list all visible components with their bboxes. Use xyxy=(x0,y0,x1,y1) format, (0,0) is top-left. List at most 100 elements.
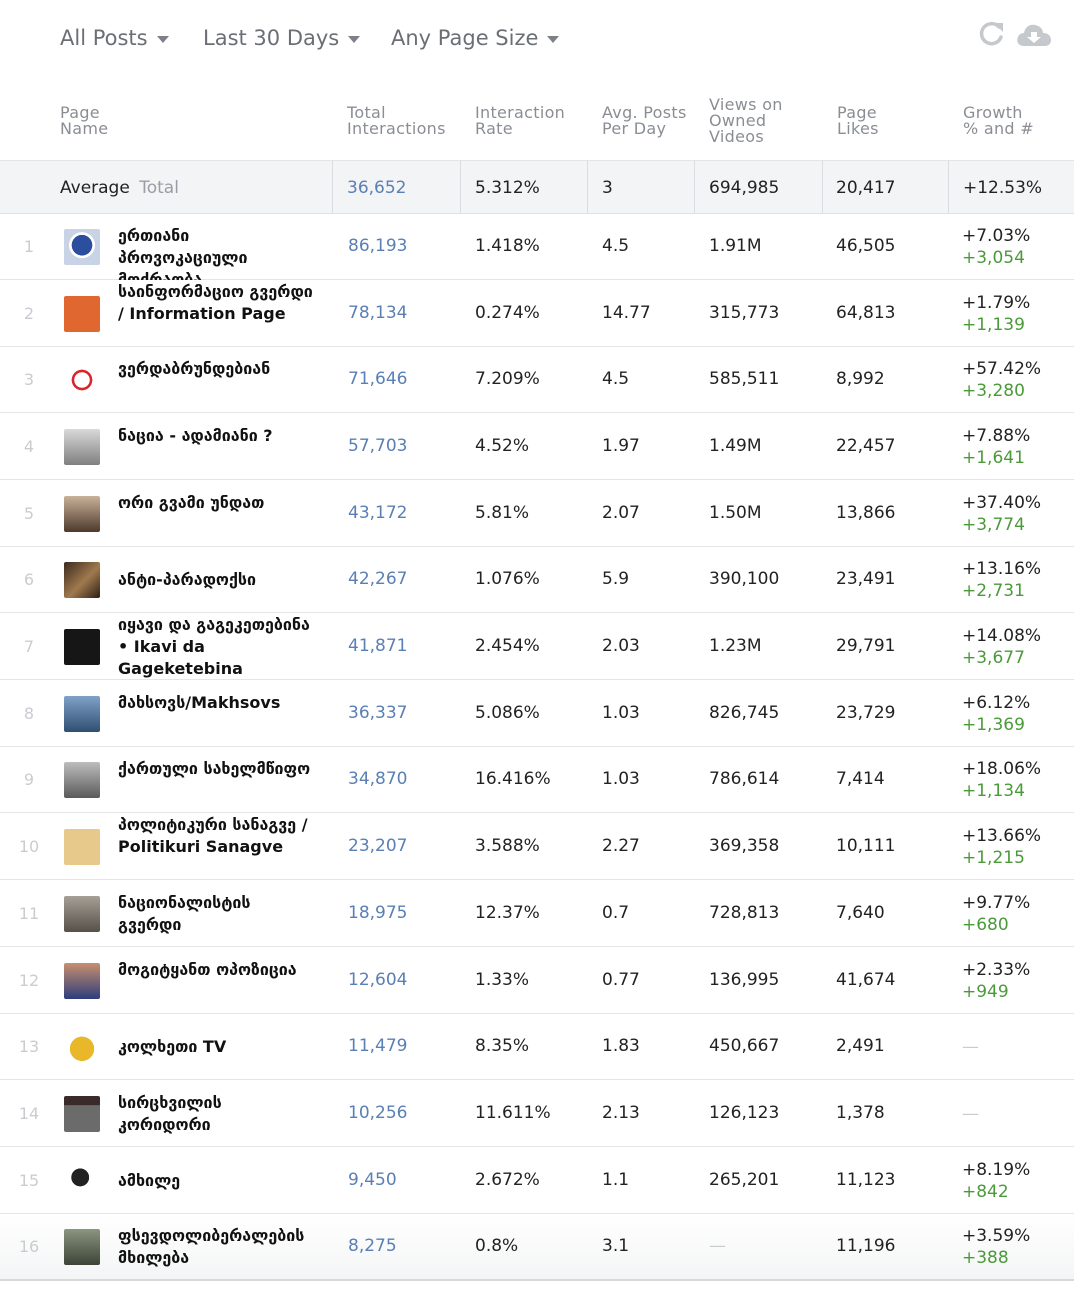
filter-page-size-dropdown[interactable]: Any Page Size xyxy=(391,26,560,50)
page-avatar[interactable] xyxy=(64,629,100,665)
table-row[interactable]: 15 ამხილე 9,450 2.672% 1.1 265,201 11,12… xyxy=(0,1147,1074,1214)
growth-number: +3,280 xyxy=(962,381,1025,401)
growth-cell: +9.77% +680 xyxy=(962,892,1030,936)
page-name-link[interactable]: პოლიტიკური სანაგვე / Politikuri Sanagve xyxy=(118,814,318,858)
total-interactions-value[interactable]: 8,275 xyxy=(348,1236,397,1256)
table-row[interactable]: 10 პოლიტიკური სანაგვე / Politikuri Sanag… xyxy=(0,813,1074,880)
total-interactions-value[interactable]: 86,193 xyxy=(348,236,407,256)
page-avatar[interactable] xyxy=(64,562,100,598)
rank-number: 12 xyxy=(18,971,40,990)
total-interactions-value[interactable]: 57,703 xyxy=(348,436,407,456)
total-interactions-value[interactable]: 34,870 xyxy=(348,769,407,789)
interaction-rate-value: 5.086% xyxy=(475,703,540,723)
views-value: 369,358 xyxy=(709,836,780,856)
total-interactions-value[interactable]: 78,134 xyxy=(348,303,407,323)
page-avatar[interactable] xyxy=(64,829,100,865)
table-row[interactable]: 2 საინფორმაციო გვერდი / Information Page… xyxy=(0,280,1074,347)
table-row[interactable]: 9 ქართული სახელმწიფო 34,870 16.416% 1.03… xyxy=(0,747,1074,813)
interaction-rate-value: 4.52% xyxy=(475,436,530,456)
table-row[interactable]: 3 ვერდაბრუნდებიან 71,646 7.209% 4.5 585,… xyxy=(0,347,1074,413)
page-avatar[interactable] xyxy=(64,1096,100,1132)
page-name-link[interactable]: ფსევდოლიბერალების მხილება xyxy=(118,1225,318,1269)
table-row[interactable]: 13 კოლხეთი TV 11,479 8.35% 1.83 450,667 … xyxy=(0,1014,1074,1080)
growth-cell: +57.42% +3,280 xyxy=(962,358,1041,402)
filter-page-size-label: Any Page Size xyxy=(391,26,539,50)
toolbar: All Posts Last 30 Days Any Page Size xyxy=(0,0,1074,80)
column-header-interaction-rate[interactable]: Interaction Rate xyxy=(475,105,565,137)
table-row[interactable]: 1 ერთიანი პროვოკაციული მოძრაობა 86,193 1… xyxy=(0,214,1074,289)
average-views: 694,985 xyxy=(709,178,780,198)
table-row[interactable]: 5 ორი გვამი უნდათ 43,172 5.81% 2.07 1.50… xyxy=(0,480,1074,547)
column-header-growth[interactable]: Growth % and # xyxy=(963,105,1034,137)
page-name-link[interactable]: იყავი და გაგეკეთებინა • Ikavi da Gageket… xyxy=(118,614,318,680)
page-name-link[interactable]: კოლხეთი TV xyxy=(118,1036,318,1058)
growth-number: +388 xyxy=(962,1248,1009,1268)
page-avatar[interactable] xyxy=(64,229,100,265)
growth-number: +1,641 xyxy=(962,448,1025,468)
page-avatar[interactable] xyxy=(64,1029,100,1065)
filter-post-type-dropdown[interactable]: All Posts xyxy=(60,26,169,50)
page-avatar[interactable] xyxy=(64,1163,100,1199)
interaction-rate-value: 16.416% xyxy=(475,769,551,789)
growth-percent: — xyxy=(962,1037,979,1057)
table-row[interactable]: 8 მახსოვს/Makhsovs 36,337 5.086% 1.03 82… xyxy=(0,680,1074,747)
filter-date-range-dropdown[interactable]: Last 30 Days xyxy=(203,26,361,50)
page-avatar[interactable] xyxy=(64,963,100,999)
cloud-download-icon[interactable] xyxy=(1015,20,1053,54)
table-row[interactable]: 14 სირცხვილის კორიდორი 10,256 11.611% 2.… xyxy=(0,1080,1074,1147)
total-interactions-value[interactable]: 18,975 xyxy=(348,903,407,923)
total-interactions-value[interactable]: 12,604 xyxy=(348,970,407,990)
page-avatar[interactable] xyxy=(64,1229,100,1265)
page-name-link[interactable]: ვერდაბრუნდებიან xyxy=(118,358,318,380)
page-name-link[interactable]: სირცხვილის კორიდორი xyxy=(118,1092,318,1136)
total-interactions-value[interactable]: 23,207 xyxy=(348,836,407,856)
growth-cell: +7.88% +1,641 xyxy=(962,425,1030,469)
table-row[interactable]: 11 ნაციონალისტის გვერდი 18,975 12.37% 0.… xyxy=(0,880,1074,947)
page-name-link[interactable]: ანტი-პარადოქსი xyxy=(118,569,318,591)
page-avatar[interactable] xyxy=(64,896,100,932)
rank-number: 3 xyxy=(23,370,35,389)
page-avatar[interactable] xyxy=(64,362,100,398)
column-header-page-name[interactable]: Page Name xyxy=(60,105,108,137)
page-name-link[interactable]: ქართული სახელმწიფო xyxy=(118,758,318,780)
page-avatar[interactable] xyxy=(64,296,100,332)
page-avatar[interactable] xyxy=(64,696,100,732)
total-interactions-value[interactable]: 42,267 xyxy=(348,569,407,589)
total-interactions-value[interactable]: 41,871 xyxy=(348,636,407,656)
growth-cell: +37.40% +3,774 xyxy=(962,492,1041,536)
table-row[interactable]: 6 ანტი-პარადოქსი 42,267 1.076% 5.9 390,1… xyxy=(0,547,1074,613)
column-header-page-likes[interactable]: Page Likes xyxy=(837,105,879,137)
total-interactions-value[interactable]: 10,256 xyxy=(348,1103,407,1123)
growth-percent: — xyxy=(962,1104,979,1124)
page-name-link[interactable]: მახსოვს/Makhsovs xyxy=(118,692,318,714)
table-row[interactable]: 16 ფსევდოლიბერალების მხილება 8,275 0.8% … xyxy=(0,1214,1074,1281)
column-header-views[interactable]: Views on Owned Videos xyxy=(709,97,783,145)
table-row[interactable]: 4 ნაცია - ადამიანი ? 57,703 4.52% 1.97 1… xyxy=(0,413,1074,480)
page-avatar[interactable] xyxy=(64,429,100,465)
avg-posts-value: 1.83 xyxy=(602,1036,640,1056)
total-interactions-value[interactable]: 36,337 xyxy=(348,703,407,723)
interaction-rate-value: 12.37% xyxy=(475,903,540,923)
table-row[interactable]: 7 იყავი და გაგეკეთებინა • Ikavi da Gagek… xyxy=(0,613,1074,680)
column-header-avg-posts[interactable]: Avg. Posts Per Day xyxy=(602,105,687,137)
page-name-link[interactable]: ნაცია - ადამიანი ? xyxy=(118,425,318,447)
total-interactions-value[interactable]: 11,479 xyxy=(348,1036,407,1056)
page-likes-value: 46,505 xyxy=(836,236,896,256)
total-interactions-value[interactable]: 43,172 xyxy=(348,503,407,523)
avg-posts-value: 0.77 xyxy=(602,970,640,990)
page-name-link[interactable]: მოგიტყანთ ოპოზიცია xyxy=(118,959,318,981)
refresh-icon[interactable] xyxy=(977,20,1007,52)
total-interactions-value[interactable]: 9,450 xyxy=(348,1170,397,1190)
page-avatar[interactable] xyxy=(64,762,100,798)
column-header-total-interactions[interactable]: Total Interactions xyxy=(347,105,446,137)
views-value: — xyxy=(709,1236,726,1256)
page-name-link[interactable]: საინფორმაციო გვერდი / Information Page xyxy=(118,281,318,325)
rank-number: 5 xyxy=(23,504,35,523)
table-row[interactable]: 12 მოგიტყანთ ოპოზიცია 12,604 1.33% 0.77 … xyxy=(0,947,1074,1014)
page-name-link[interactable]: ორი გვამი უნდათ xyxy=(118,492,318,514)
page-avatar[interactable] xyxy=(64,496,100,532)
page-name-link[interactable]: ნაციონალისტის გვერდი xyxy=(118,892,318,936)
total-interactions-value[interactable]: 71,646 xyxy=(348,369,407,389)
page-name-link[interactable]: ამხილე xyxy=(118,1170,318,1192)
growth-number: +1,215 xyxy=(962,848,1025,868)
